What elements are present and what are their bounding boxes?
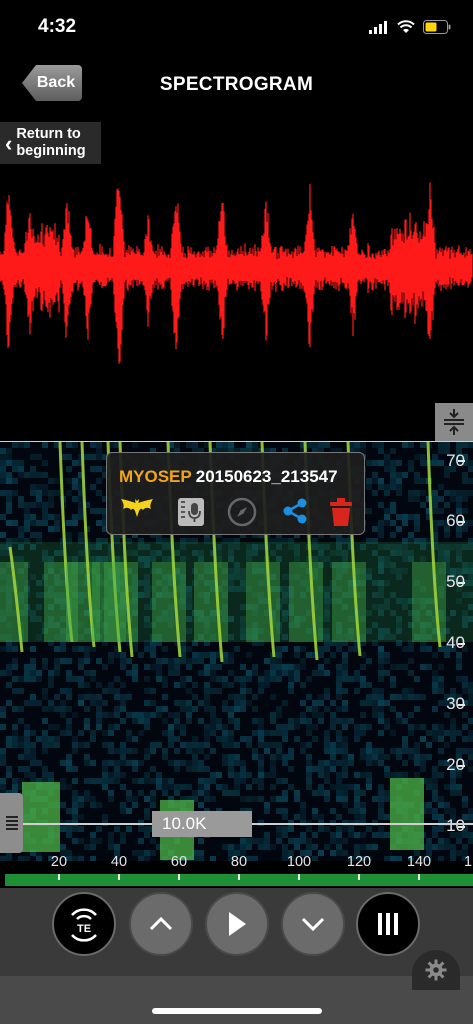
reference-drag-handle[interactable] [0, 793, 23, 853]
time-label: 100 [286, 854, 312, 870]
freq-label: 20 [446, 755, 465, 774]
wifi-icon [397, 20, 415, 33]
status-icons [369, 20, 451, 34]
bars-icon [378, 913, 398, 935]
time-tick [298, 874, 300, 880]
recording-info-panel: MYOSEP 20150623_213547 [106, 452, 365, 535]
species-code[interactable]: MYOSEP [119, 467, 192, 486]
chevron-left-icon: ‹ [5, 130, 13, 156]
return-label-line2: beginning [16, 143, 86, 159]
chevron-up-icon [149, 916, 173, 931]
low-frequency-cluster [22, 782, 60, 852]
home-indicator [152, 1008, 322, 1014]
time-tick [118, 874, 120, 880]
chevron-down-icon [301, 917, 325, 932]
info-actions [119, 497, 359, 529]
recording-title: MYOSEP 20150623_213547 [119, 467, 338, 487]
bottom-bar [0, 976, 473, 1024]
return-to-beginning-button[interactable]: ‹ Return to beginning [0, 122, 101, 164]
resize-handle[interactable] [435, 403, 473, 441]
time-label: 120 [346, 854, 372, 870]
pause-bars-button[interactable] [356, 892, 420, 956]
return-label: Return to beginning [16, 126, 85, 160]
te-logo-icon: TE [71, 908, 97, 942]
te-logo-button[interactable]: TE [52, 892, 116, 956]
time-label: 20 [50, 854, 68, 870]
status-bar: 4:32 [0, 0, 473, 56]
low-frequency-cluster [390, 778, 424, 850]
time-label: 1 [463, 854, 473, 870]
resize-vertical-icon [444, 409, 464, 435]
compass-icon[interactable] [227, 497, 257, 527]
time-label: 80 [230, 854, 248, 870]
file-name: 20150623_213547 [195, 467, 338, 486]
freq-label: 30 [446, 694, 465, 713]
time-label: 40 [110, 854, 128, 870]
svg-text:TE: TE [77, 923, 91, 935]
freq-label: 40 [446, 633, 465, 652]
signal-icon [369, 20, 387, 34]
time-tick [418, 874, 420, 880]
play-button[interactable] [205, 892, 269, 956]
time-tick [178, 874, 180, 880]
page-title: SPECTROGRAM [159, 74, 314, 95]
gear-icon [425, 959, 447, 981]
freq-label: 70 [446, 451, 465, 470]
waveform-trace [0, 182, 473, 364]
freq-label: 10 [446, 816, 465, 835]
status-time: 4:32 [38, 16, 77, 37]
scroll-up-button[interactable] [129, 892, 193, 956]
time-tick [358, 874, 360, 880]
trash-icon[interactable] [329, 497, 353, 527]
time-tick [238, 874, 240, 880]
grip-lines-icon [5, 816, 18, 830]
time-tick [58, 874, 60, 880]
nav-bar: Back SPECTROGRAM [0, 56, 473, 114]
share-icon[interactable] [281, 497, 309, 525]
bat-icon[interactable] [119, 497, 155, 519]
waveform[interactable] [0, 150, 473, 395]
freq-label: 50 [446, 572, 465, 591]
freq-label: 60 [446, 511, 465, 530]
scroll-down-button[interactable] [281, 892, 345, 956]
time-label: 140 [406, 854, 432, 870]
play-icon [229, 912, 246, 936]
time-axis: 20 40 60 80 100 120 140 1 [0, 852, 473, 874]
frequency-reference-label[interactable]: 10.0K [152, 811, 252, 837]
settings-button[interactable] [412, 950, 460, 990]
battery-icon [423, 20, 451, 34]
microphone-notes-icon[interactable] [177, 497, 205, 527]
return-label-line1: Return to [16, 126, 81, 142]
time-label: 60 [170, 854, 188, 870]
